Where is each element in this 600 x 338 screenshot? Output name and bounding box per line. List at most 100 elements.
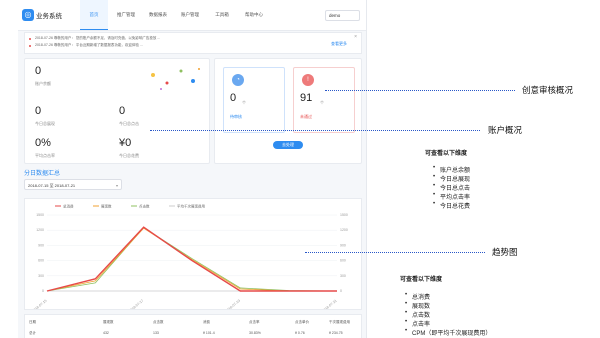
- list1-item: 今日总展现: [433, 174, 470, 183]
- table-cell: 133: [153, 331, 159, 335]
- stat-value: 0%: [35, 137, 51, 149]
- nav-item-help[interactable]: 帮助中心: [240, 0, 268, 30]
- nav-item-tools[interactable]: 工具箱: [208, 0, 236, 30]
- list2-item: CPM（即平均千次展现费用）: [405, 328, 491, 337]
- section-title: 分日数据汇总: [24, 171, 61, 177]
- list1-item: 账户总余额: [433, 165, 470, 174]
- x-tick-label: 2018-07-19: [225, 299, 241, 309]
- table-cell: ¥ 234.75: [329, 331, 343, 335]
- notice-more-link[interactable]: 查看更多: [331, 41, 347, 47]
- rejected-unit: 个: [320, 100, 324, 105]
- table-header[interactable]: 点击率: [249, 320, 260, 325]
- nav-item-home[interactable]: 首页: [80, 0, 108, 30]
- review-box-rejected[interactable]: ! 91 个 未通过: [293, 67, 355, 133]
- notice-dot-icon: [29, 45, 31, 47]
- balance-label: 账户余额: [35, 81, 51, 86]
- list2-item: 点击数: [405, 310, 430, 319]
- stat-value: 0: [35, 105, 42, 117]
- process-button[interactable]: 去处理: [273, 141, 303, 149]
- series-line: [46, 227, 337, 292]
- annotation-account: 账户概况: [488, 125, 523, 135]
- list1-item: 平均点击率: [433, 192, 470, 201]
- table-header[interactable]: 点击数: [153, 320, 164, 325]
- brand-name: 业务系统: [36, 13, 62, 20]
- rejected-icon: !: [302, 74, 314, 86]
- y-tick-label-right: 1500: [340, 213, 348, 217]
- close-icon[interactable]: ×: [354, 34, 357, 40]
- annotation-creative: 创意审核概况: [522, 85, 574, 95]
- y-tick-label-right: 0: [340, 289, 342, 293]
- trend-chart-card: 1500 1500 1200 1200 900 900 600 600 300 300 0 0 2018…: [24, 198, 362, 313]
- rejected-value: 91: [300, 92, 313, 104]
- annotation-line: [305, 252, 485, 253]
- table-header[interactable]: 消费: [203, 320, 210, 325]
- list1-item: 今日总点击: [433, 183, 470, 192]
- table-header[interactable]: 点击单价: [295, 320, 309, 325]
- y-tick-label-left: 900: [38, 243, 44, 247]
- y-tick-label-right: 600: [340, 259, 346, 263]
- y-tick-label-left: 600: [38, 259, 44, 263]
- app-screenshot: ◎ 业务系统 首页 推广管理 数据报表 账户管理 工具箱 帮助中心 demo 2…: [18, 0, 367, 338]
- list2-item: 展现数: [405, 301, 430, 310]
- rejected-label: 未通过: [300, 114, 312, 119]
- y-tick-label-right: 1200: [340, 228, 348, 232]
- y-tick-label-right: 900: [340, 243, 346, 247]
- decor-dots-icon: [151, 68, 200, 90]
- stat-label: 今日总点击: [119, 121, 139, 126]
- annotation-line: [150, 130, 480, 131]
- user-dropdown[interactable]: demo: [325, 10, 360, 21]
- logo-icon: ◎: [22, 9, 34, 21]
- list2-title: 可查看以下维度: [400, 277, 443, 283]
- review-box-pending[interactable]: ◔ 0 个 待审核: [223, 67, 285, 133]
- list1-item: 今日总花费: [433, 201, 470, 210]
- account-overview-card: 0 账户余额 0 今日总展现 0 今日总点击 0% 平均点击率 ¥0 今日总花费: [24, 58, 210, 164]
- nav-item-account[interactable]: 账户管理: [176, 0, 204, 30]
- y-tick-label-left: 0: [42, 289, 44, 293]
- table-cell: ¥ 0.76: [295, 331, 305, 335]
- table-cell: ¥ 101.4: [203, 331, 215, 335]
- date-range-picker[interactable]: 2018-07-15 至 2018-07-21 ▾: [24, 179, 122, 190]
- balance-value: 0: [35, 65, 42, 77]
- creative-review-card: ◔ 0 个 待审核 ! 91 个 未通过 去处理: [214, 58, 362, 164]
- pending-value: 0: [230, 92, 237, 104]
- summary-table: 日期 展现数 点击数 消费 点击率 点击单价 千次展现费用 总计 432 133…: [24, 314, 362, 338]
- y-tick-label-right: 300: [340, 274, 346, 278]
- top-navbar: ◎ 业务系统 首页 推广管理 数据报表 账户管理 工具箱 帮助中心 demo: [18, 0, 366, 31]
- notice-row[interactable]: 2018-07-26 尊敬的用户： 平台近期新增了数据报表功能，欢迎体验 ...: [35, 43, 143, 48]
- stat-label: 今日总展现: [35, 121, 55, 126]
- chevron-down-icon: ▾: [115, 183, 118, 188]
- list2-item: 点击率: [405, 319, 430, 328]
- pending-label: 待审核: [230, 114, 242, 119]
- nav-item-promotion[interactable]: 推广管理: [112, 0, 140, 30]
- table-header[interactable]: 千次展现费用: [329, 320, 350, 325]
- x-tick-label: 2018-07-17: [128, 299, 144, 309]
- legend-label: 平均千次展现费用: [177, 203, 205, 208]
- trend-chart: 1500 1500 1200 1200 900 900 600 600 300 300 0 0 2018…: [31, 203, 348, 313]
- y-tick-label-left: 1500: [36, 213, 44, 217]
- pending-icon: ◔: [232, 74, 244, 86]
- y-tick-label-left: 1200: [36, 228, 44, 232]
- notice-row[interactable]: 2018-07-26 尊敬的用户： 您的账户余额不足，请及时充值，以免影响广告投…: [35, 36, 160, 41]
- table-cell: 总计: [29, 331, 36, 335]
- table-header[interactable]: 日期: [29, 320, 36, 325]
- series-line: [46, 226, 337, 292]
- legend-label: 总消费: [63, 203, 74, 208]
- pending-unit: 个: [242, 100, 246, 105]
- stat-label: 平均点击率: [35, 153, 55, 158]
- list1-title: 可查看以下维度: [425, 151, 468, 157]
- stat-value: 0: [119, 105, 126, 117]
- notice-dot-icon: [29, 38, 31, 40]
- notice-bar: 2018-07-26 尊敬的用户： 您的账户余额不足，请及时充值，以免影响广告投…: [24, 32, 362, 54]
- table-header[interactable]: 展现数: [103, 320, 114, 325]
- x-tick-label: 2018-07-15: [31, 299, 47, 309]
- main-nav: 首页 推广管理 数据报表 账户管理 工具箱 帮助中心: [80, 0, 272, 30]
- table-cell: 432: [103, 331, 109, 335]
- date-range-value: 2018-07-15 至 2018-07-21: [28, 183, 76, 188]
- y-tick-label-left: 300: [38, 274, 44, 278]
- stat-label: 今日总花费: [119, 153, 139, 158]
- legend-label: 展现数: [101, 203, 112, 208]
- user-name: demo: [329, 13, 341, 18]
- annotation-line: [325, 90, 515, 91]
- nav-item-reports[interactable]: 数据报表: [144, 0, 172, 30]
- list2-item: 总消费: [405, 292, 430, 301]
